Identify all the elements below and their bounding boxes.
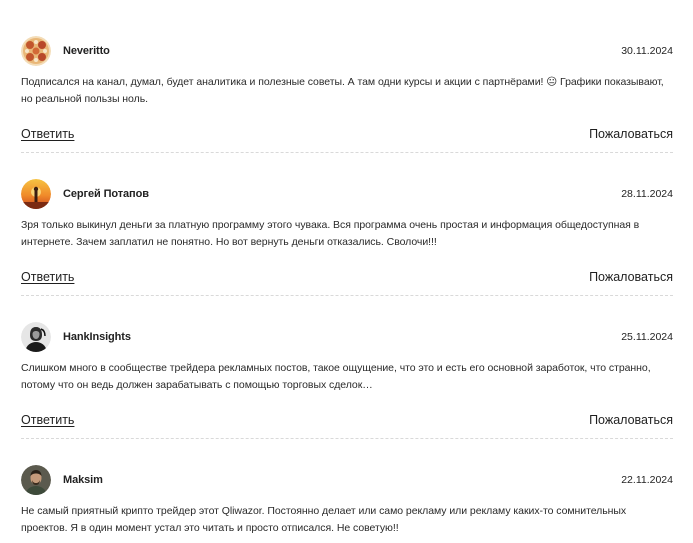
comment-item: Maksim 22.11.2024 Не самый приятный крип… — [21, 465, 673, 537]
comment-item: Neveritto 30.11.2024 Подписался на канал… — [21, 36, 673, 153]
comment-text: Зря только выкинул деньги за платную про… — [21, 219, 640, 248]
comment-date: 30.11.2024 — [621, 45, 673, 57]
comment-text: Подписался на канал, думал, будет аналит… — [21, 76, 664, 105]
reply-link[interactable]: Ответить — [21, 270, 74, 284]
comment-header: HankInsights 25.11.2024 — [21, 322, 673, 352]
comments-feed: Neveritto 30.11.2024 Подписался на канал… — [21, 36, 673, 537]
comment-divider — [21, 295, 673, 296]
comment-header: Сергей Потапов 28.11.2024 — [21, 179, 673, 209]
comment-divider — [21, 152, 673, 153]
comment-author[interactable]: Maksim — [63, 474, 103, 486]
comment-header: Neveritto 30.11.2024 — [21, 36, 673, 66]
sunset-avatar-icon[interactable] — [21, 179, 51, 209]
comment-date: 25.11.2024 — [621, 331, 673, 343]
comment-actions: Ответить Пожаловаться — [21, 411, 673, 429]
comment-actions: Ответить Пожаловаться — [21, 125, 673, 143]
comment-actions: Ответить Пожаловаться — [21, 268, 673, 286]
pizza-avatar-icon[interactable] — [21, 36, 51, 66]
comment-date: 22.11.2024 — [621, 474, 673, 486]
comment-date: 28.11.2024 — [621, 188, 673, 200]
report-link[interactable]: Пожаловаться — [589, 127, 673, 141]
reply-link[interactable]: Ответить — [21, 127, 74, 141]
comment-author[interactable]: Neveritto — [63, 45, 110, 57]
person-avatar-icon[interactable] — [21, 465, 51, 495]
comment-text: Слишком много в сообществе трейдера рекл… — [21, 362, 651, 391]
comment-item: HankInsights 25.11.2024 Слишком много в … — [21, 322, 673, 439]
portrait-avatar-icon[interactable] — [21, 322, 51, 352]
reply-link[interactable]: Ответить — [21, 413, 74, 427]
comment-divider — [21, 438, 673, 439]
comment-author[interactable]: HankInsights — [63, 331, 131, 343]
comment-item: Сергей Потапов 28.11.2024 Зря только вык… — [21, 179, 673, 296]
report-link[interactable]: Пожаловаться — [589, 413, 673, 427]
report-link[interactable]: Пожаловаться — [589, 270, 673, 284]
comment-header: Maksim 22.11.2024 — [21, 465, 673, 495]
comment-author[interactable]: Сергей Потапов — [63, 188, 149, 200]
comment-text: Не самый приятный крипто трейдер этот Ql… — [21, 505, 627, 534]
